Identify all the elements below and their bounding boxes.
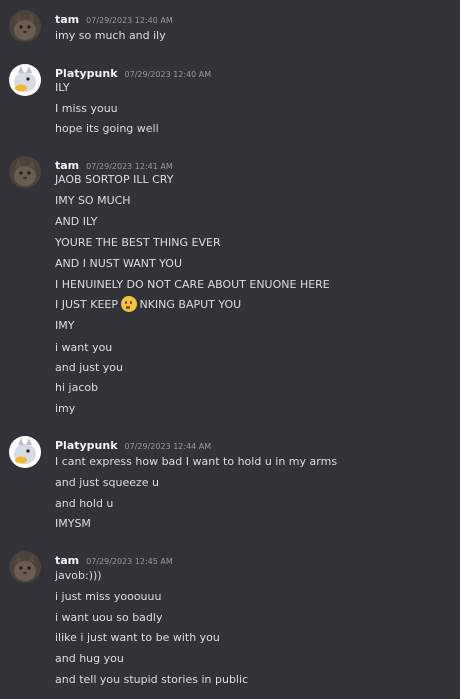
- message-line: hi jacob: [55, 381, 99, 394]
- avatar[interactable]: [9, 436, 41, 468]
- cat-avatar-icon: [9, 156, 41, 188]
- message-header: Platypunk 07/29/2023 12:40 AM: [55, 64, 211, 80]
- timestamp: 07/29/2023 12:40 AM: [124, 70, 212, 79]
- message-line: JAOB SORTOP ILL CRY: [55, 173, 174, 186]
- message-line: AND ILY: [55, 215, 98, 228]
- message-line: and tell you stupid stories in public: [55, 673, 249, 686]
- message-line: and just you: [55, 361, 123, 374]
- avatar[interactable]: [9, 10, 41, 42]
- message-line: ILY: [55, 81, 70, 94]
- timestamp: 07/29/2023 12:40 AM: [86, 16, 173, 25]
- cat-avatar-icon: [9, 10, 41, 42]
- message-line: I HENUINELY DO NOT CARE ABOUT ENUONE HER…: [55, 278, 330, 291]
- message-line: IMY: [55, 319, 75, 332]
- avatar[interactable]: [9, 64, 41, 96]
- message-line: I cant express how bad I want to hold u …: [55, 455, 338, 468]
- message-line: imy: [55, 402, 76, 415]
- username[interactable]: Platypunk: [55, 439, 118, 452]
- thinking-face-emoji-icon: [121, 296, 138, 312]
- message-line: I miss youu: [55, 102, 118, 115]
- message-line: I JUST KEEP NKING BAPUT YOU: [55, 295, 241, 315]
- message-header: tam 07/29/2023 12:45 AM: [55, 551, 173, 567]
- platypus-avatar-icon: [9, 64, 41, 96]
- platypus-avatar-icon: [9, 436, 41, 468]
- message-header: tam 07/29/2023 12:40 AM: [55, 10, 173, 26]
- message-line: IMYSM: [55, 517, 91, 530]
- message-line: i want uou so badly: [55, 611, 163, 624]
- message-line: i want you: [55, 341, 113, 354]
- message-line: AND I NUST WANT YOU: [55, 257, 183, 270]
- message-line: hope its going well: [55, 122, 159, 135]
- avatar[interactable]: [9, 551, 41, 583]
- message-line: ilike i just want to be with you: [55, 631, 220, 644]
- username[interactable]: tam: [55, 13, 79, 26]
- message-line: javob:))): [55, 569, 102, 582]
- message-line: i just miss yooouuu: [55, 590, 162, 603]
- message-line: YOURE THE BEST THING EVER: [55, 236, 221, 249]
- timestamp: 07/29/2023 12:45 AM: [86, 557, 173, 566]
- message-line: imy so much and ily: [55, 29, 166, 42]
- cat-avatar-icon: [9, 551, 41, 583]
- message-text: NKING BAPUT YOU: [139, 298, 242, 311]
- message-line: IMY SO MUCH: [55, 194, 131, 207]
- timestamp: 07/29/2023 12:44 AM: [124, 442, 212, 451]
- message-text: I JUST KEEP: [55, 298, 122, 311]
- message-line: and just squeeze u: [55, 476, 159, 489]
- message-line: and hug you: [55, 652, 124, 665]
- message-header: Platypunk 07/29/2023 12:44 AM: [55, 436, 211, 452]
- avatar[interactable]: [9, 156, 41, 188]
- message-line: and hold u: [55, 497, 114, 510]
